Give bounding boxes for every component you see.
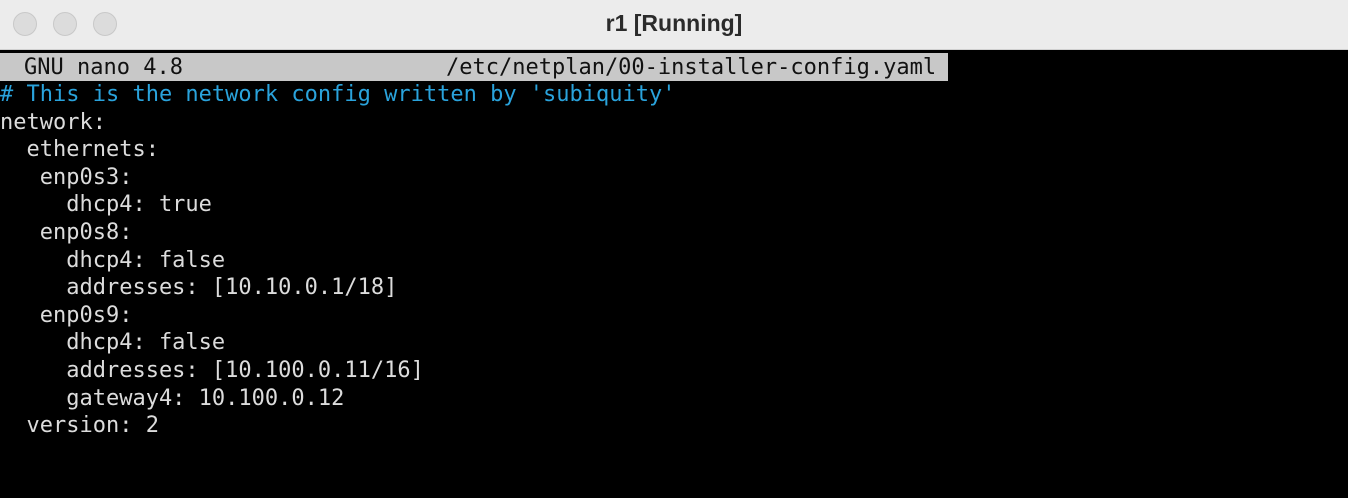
editor-line: addresses: [10.10.0.1/18] <box>0 275 398 301</box>
terminal-screen[interactable]: GNU nano 4.8 /etc/netplan/00-installer-c… <box>0 50 1348 498</box>
editor-line: dhcp4: false <box>0 247 226 273</box>
editor-line: enp0s9: <box>0 302 133 328</box>
editor-line: enp0s8: <box>0 219 133 245</box>
editor-line: dhcp4: false <box>0 330 226 356</box>
editor-line: dhcp4: true <box>0 192 212 218</box>
editor-buffer[interactable]: # This is the network config written by … <box>0 81 1348 440</box>
editor-line: version: 2 <box>0 413 159 439</box>
vm-window: r1 [Running] GNU nano 4.8 /etc/netplan/0… <box>0 0 1348 498</box>
editor-line: network: <box>0 109 106 135</box>
editor-line: ethernets: <box>0 137 159 163</box>
editor-line: gateway4: 10.100.0.12 <box>0 385 345 411</box>
nano-version: GNU nano 4.8 <box>24 55 183 80</box>
nano-filename: /etc/netplan/00-installer-config.yaml <box>446 55 937 80</box>
title-bar[interactable]: r1 [Running] <box>0 0 1348 50</box>
editor-line: # This is the network config written by … <box>0 82 676 107</box>
window-title: r1 [Running] <box>605 10 743 36</box>
nano-title-bar: GNU nano 4.8 /etc/netplan/00-installer-c… <box>0 53 948 81</box>
editor-line: addresses: [10.100.0.11/16] <box>0 357 424 383</box>
editor-line: enp0s3: <box>0 164 133 190</box>
